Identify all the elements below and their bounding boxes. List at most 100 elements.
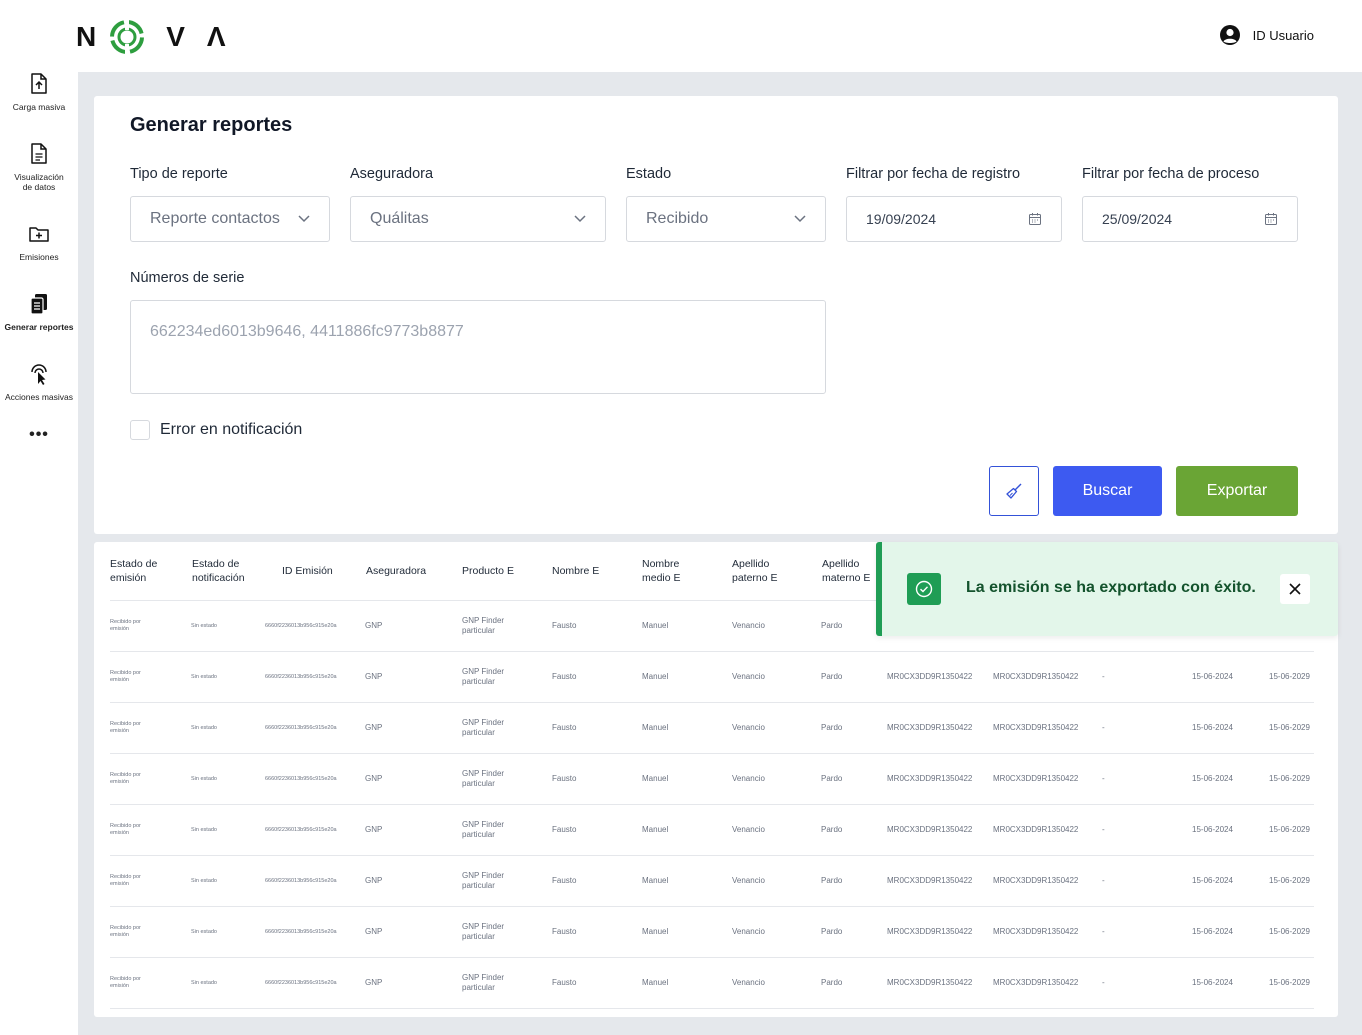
cell-producto: GNP Finder particular	[462, 667, 505, 686]
tipo-reporte-select[interactable]: Reporte contactos	[130, 196, 330, 242]
cell-estado-emision: Recibido por emisión	[110, 976, 141, 989]
table-row[interactable]: Recibido por emisión Sin estado 6660f22360…	[94, 805, 1338, 856]
user-menu[interactable]: ID Usuario	[1219, 24, 1314, 46]
error-notificacion-checkbox[interactable]	[130, 420, 150, 440]
sidebar-more-button[interactable]: •••	[0, 427, 78, 443]
cell-nombre-medio: Manuel	[642, 825, 669, 834]
cell-fecha-inicio: 15-06-2024	[1192, 825, 1233, 834]
sidebar-item-visualizacion[interactable]: Visualización de datos	[0, 142, 78, 192]
fecha-registro-input[interactable]: 19/09/2024	[846, 196, 1062, 242]
column-header-nombre-medio[interactable]: Nombre medio E	[642, 557, 702, 585]
estado-label: Estado	[626, 166, 672, 182]
aseguradora-label: Aseguradora	[350, 166, 434, 182]
sidebar-item-generar-reportes[interactable]: Generar reportes	[0, 292, 78, 332]
filter-panel: Generar reportes Tipo de reporte Reporte…	[94, 96, 1338, 534]
cell-apellido-paterno: Venancio	[732, 774, 765, 783]
cell-nombre-medio: Manuel	[642, 672, 669, 681]
cell-serie-1: MR0CX3DD9R1350422	[887, 927, 973, 936]
cell-nombre: Fausto	[552, 621, 577, 630]
cell-fecha-fin: 15-06-2029	[1269, 825, 1310, 834]
sidebar-item-carga-masiva[interactable]: Carga masiva	[0, 72, 78, 112]
sidebar-item-acciones-masivas[interactable]: Acciones masivas	[0, 362, 78, 402]
cell-estado-emision: Recibido por emisión	[110, 619, 141, 632]
column-header-producto[interactable]: Producto E	[462, 564, 514, 578]
cell-estado-emision: Recibido por emisión	[110, 670, 141, 683]
cell-aseguradora: GNP	[365, 978, 383, 987]
tipo-reporte-value: Reporte contactos	[150, 210, 280, 227]
table-row[interactable]: Recibido por emisión Sin estado 6660f22360…	[94, 754, 1338, 805]
tap-icon	[31, 364, 47, 385]
cell-apellido-paterno: Venancio	[732, 978, 765, 987]
column-header-apellido-materno[interactable]: Apellido materno E	[822, 557, 882, 585]
cell-aseguradora: GNP	[365, 621, 383, 630]
toast-message: La emisión se ha exportado con éxito.	[966, 579, 1256, 596]
cell-fecha-inicio: 15-06-2024	[1192, 774, 1233, 783]
user-avatar-icon	[1219, 25, 1240, 45]
column-header-nombre[interactable]: Nombre E	[552, 564, 599, 578]
exportar-button[interactable]: Exportar	[1176, 466, 1298, 516]
table-row[interactable]: Recibido por emisión Sin estado 6660f22360…	[94, 958, 1338, 1009]
cell-estado-notificacion: Sin estado	[191, 623, 217, 629]
buscar-button[interactable]: Buscar	[1053, 466, 1162, 516]
cell-estado-emision: Recibido por emisión	[110, 772, 141, 785]
cell-apellido-paterno: Venancio	[732, 672, 765, 681]
sidebar-item-label: Visualización de datos	[14, 172, 64, 192]
table-row[interactable]: Recibido por emisión Sin estado 6660f22360…	[94, 703, 1338, 754]
cell-fecha-inicio: 15-06-2024	[1192, 876, 1233, 885]
cell-id-emision: 6660f2236013b956c915e20a	[265, 776, 337, 782]
logo-letter-lambda: Λ	[206, 21, 226, 52]
cell-id-emision: 6660f2236013b956c915e20a	[265, 623, 337, 629]
column-header-estado-notificacion[interactable]: Estado de notificación	[192, 557, 262, 585]
cell-serie-1: MR0CX3DD9R1350422	[887, 672, 973, 681]
cell-aseguradora: GNP	[365, 672, 383, 681]
table-row[interactable]: Recibido por emisión Sin estado 6660f22360…	[94, 856, 1338, 907]
row-divider	[110, 1008, 1314, 1009]
cell-id-emision: 6660f2236013b956c915e20a	[265, 725, 337, 731]
cell-fecha-fin: 15-06-2029	[1269, 723, 1310, 732]
nova-logo[interactable]: N V Λ	[76, 20, 226, 54]
logo-letter-v: V	[166, 21, 185, 52]
table-row[interactable]: Recibido por emisión Sin estado 6660f22360…	[94, 652, 1338, 703]
logo-letter-n: N	[76, 21, 97, 52]
cell-serie-1: MR0CX3DD9R1350422	[887, 876, 973, 885]
cell-nombre-medio: Manuel	[642, 621, 669, 630]
estado-select[interactable]: Recibido	[626, 196, 826, 242]
cell-fecha-fin: 15-06-2029	[1269, 876, 1310, 885]
error-notificacion-label: Error en notificación	[160, 421, 303, 438]
cell-producto: GNP Finder particular	[462, 871, 505, 890]
cell-apellido-materno: Pardo	[821, 723, 843, 732]
column-header-estado-emision[interactable]: Estado de emisión	[110, 557, 180, 585]
cell-fecha-inicio: 15-06-2024	[1192, 672, 1233, 681]
cell-aseguradora: GNP	[365, 876, 383, 885]
cell-estado-notificacion: Sin estado	[191, 929, 217, 935]
cell-aseguradora: GNP	[365, 825, 383, 834]
cell-estado-emision: Recibido por emisión	[110, 823, 141, 836]
cell-id-emision: 6660f2236013b956c915e20a	[265, 674, 337, 680]
column-header-id-emision[interactable]: ID Emisión	[282, 564, 333, 578]
column-header-apellido-paterno[interactable]: Apellido paterno E	[732, 557, 792, 585]
clipboard-stack-icon	[30, 294, 47, 315]
aseguradora-select[interactable]: Quálitas	[350, 196, 606, 242]
toast-close-button[interactable]	[1280, 574, 1310, 604]
cell-guion: -	[1102, 723, 1105, 732]
table-row[interactable]: Recibido por emisión Sin estado 6660f22360…	[94, 907, 1338, 958]
sidebar-item-emisiones[interactable]: Emisiones	[0, 222, 78, 262]
cell-serie-2: MR0CX3DD9R1350422	[993, 825, 1079, 834]
series-textarea[interactable]: 662234ed6013b9646, 4411886fc9773b8877	[130, 300, 826, 394]
cell-fecha-inicio: 15-06-2024	[1192, 723, 1233, 732]
sidebar-item-label: Carga masiva	[12, 102, 66, 112]
cell-apellido-materno: Pardo	[821, 876, 843, 885]
page-title: Generar reportes	[130, 114, 293, 136]
broom-icon	[1006, 483, 1022, 499]
cell-guion: -	[1102, 672, 1105, 681]
fecha-proceso-input[interactable]: 25/09/2024	[1082, 196, 1298, 242]
cell-producto: GNP Finder particular	[462, 973, 505, 992]
cell-apellido-paterno: Venancio	[732, 621, 765, 630]
column-header-aseguradora[interactable]: Aseguradora	[366, 564, 426, 578]
chevron-down-icon	[298, 215, 310, 223]
clear-filters-button[interactable]	[989, 466, 1039, 516]
series-label: Números de serie	[130, 270, 245, 286]
cell-serie-2: MR0CX3DD9R1350422	[993, 876, 1079, 885]
calendar-icon	[1029, 213, 1041, 225]
file-upload-icon	[31, 73, 47, 94]
